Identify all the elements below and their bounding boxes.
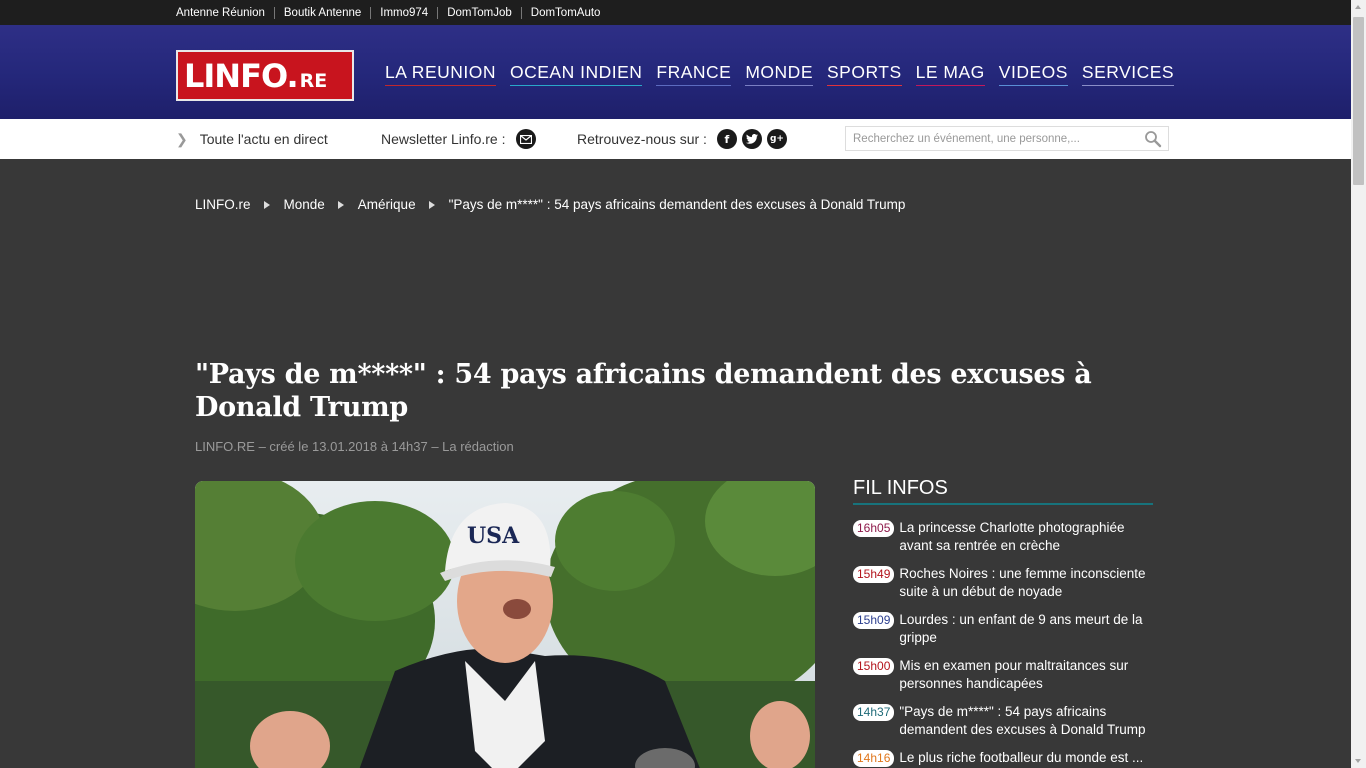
- search-icon[interactable]: [1144, 130, 1162, 148]
- news-link[interactable]: "Pays de m****" : 54 pays africains dema…: [899, 703, 1149, 739]
- nav-item-la-reunion[interactable]: LA REUNION: [385, 62, 496, 86]
- news-feed: FIL INFOS 16h05 La princesse Charlotte p…: [853, 477, 1153, 768]
- logo-text: LINFO.: [184, 56, 299, 95]
- news-link[interactable]: Mis en examen pour maltraitances sur per…: [899, 657, 1149, 693]
- news-link[interactable]: Roches Noires : une femme inconsciente s…: [899, 565, 1149, 601]
- site-header: LINFO. RE LA REUNION OCEAN INDIEN FRANCE…: [0, 25, 1351, 119]
- breadcrumb-item[interactable]: Amérique: [358, 197, 416, 212]
- top-bar: Antenne Réunion Boutik Antenne Immo974 D…: [0, 0, 1351, 25]
- news-time-badge: 15h49: [853, 566, 895, 583]
- nav-item-le-mag[interactable]: LE MAG: [915, 62, 985, 86]
- nav-item-monde[interactable]: MONDE: [745, 62, 813, 86]
- breadcrumb: LINFO.re Monde Amérique "Pays de m****" …: [195, 197, 905, 212]
- news-time-badge: 15h09: [853, 612, 895, 629]
- news-link[interactable]: La princesse Charlotte photographiée ava…: [899, 519, 1149, 555]
- follow-label: Retrouvez-nous sur :: [577, 131, 707, 147]
- partner-link[interactable]: DomTomAuto: [520, 6, 610, 19]
- triangle-right-icon: [337, 200, 344, 209]
- google-plus-icon[interactable]: g+: [766, 129, 787, 149]
- nav-item-ocean-indien[interactable]: OCEAN INDIEN: [510, 62, 643, 86]
- scrollbar-thumb[interactable]: [1353, 17, 1364, 185]
- partner-link[interactable]: DomTomJob: [437, 6, 521, 19]
- news-time-badge: 16h05: [853, 520, 895, 537]
- page-scrollbar[interactable]: [1351, 0, 1366, 768]
- news-feed-list: 16h05 La princesse Charlotte photographi…: [853, 519, 1153, 767]
- news-feed-item[interactable]: 14h37 "Pays de m****" : 54 pays africain…: [853, 703, 1153, 739]
- nav-item-sports[interactable]: SPORTS: [827, 62, 902, 86]
- nav-item-france[interactable]: FRANCE: [656, 62, 732, 86]
- news-time-badge: 14h16: [853, 750, 895, 767]
- chevron-right-icon: ❯: [176, 130, 188, 147]
- partner-link[interactable]: Antenne Réunion: [176, 7, 274, 19]
- main-navigation: LA REUNION OCEAN INDIEN FRANCE MONDE SPO…: [378, 62, 1181, 86]
- news-feed-item[interactable]: 16h05 La princesse Charlotte photographi…: [853, 519, 1153, 555]
- site-logo[interactable]: LINFO. RE: [176, 50, 354, 101]
- article-title: "Pays de m****" : 54 pays africains dema…: [195, 359, 1092, 423]
- newsletter-label: Newsletter Linfo.re :: [381, 131, 506, 147]
- article-photo: USA: [195, 481, 815, 768]
- breadcrumb-item[interactable]: Monde: [284, 197, 325, 212]
- svg-text:USA: USA: [467, 523, 520, 549]
- news-feed-title: FIL INFOS: [853, 477, 1153, 505]
- triangle-right-icon: [263, 200, 270, 209]
- news-feed-item[interactable]: 15h09 Lourdes : un enfant de 9 ans meurt…: [853, 611, 1153, 647]
- article-photo-image: USA: [195, 481, 815, 768]
- news-feed-item[interactable]: 15h49 Roches Noires : une femme inconsci…: [853, 565, 1153, 601]
- partner-link[interactable]: Boutik Antenne: [273, 6, 370, 19]
- news-link[interactable]: Le plus riche footballeur du monde est .…: [899, 749, 1149, 767]
- scroll-down-arrow-icon[interactable]: [1351, 753, 1366, 768]
- nav-item-videos[interactable]: VIDEOS: [998, 62, 1068, 86]
- partner-link[interactable]: Immo974: [370, 6, 437, 19]
- nav-item-services[interactable]: SERVICES: [1081, 62, 1175, 86]
- news-link[interactable]: Lourdes : un enfant de 9 ans meurt de la…: [899, 611, 1149, 647]
- search-input[interactable]: [846, 127, 1136, 150]
- newsletter-link[interactable]: Newsletter Linfo.re :: [381, 119, 536, 159]
- breadcrumb-item[interactable]: LINFO.re: [195, 197, 251, 212]
- envelope-icon[interactable]: [515, 129, 536, 149]
- logo-suffix: RE: [299, 69, 328, 92]
- live-news-link[interactable]: ❯ Toute l'actu en direct: [176, 119, 328, 159]
- live-news-label: Toute l'actu en direct: [199, 131, 328, 147]
- triangle-right-icon: [428, 200, 435, 209]
- utility-bar: ❯ Toute l'actu en direct Newsletter Linf…: [0, 119, 1351, 159]
- news-time-badge: 14h37: [853, 704, 895, 721]
- search-box: [845, 126, 1169, 151]
- scroll-up-arrow-icon[interactable]: [1351, 0, 1366, 15]
- partner-links: Antenne Réunion Boutik Antenne Immo974 D…: [176, 0, 609, 25]
- facebook-icon[interactable]: f: [716, 129, 737, 149]
- news-feed-item[interactable]: 15h00 Mis en examen pour maltraitances s…: [853, 657, 1153, 693]
- news-time-badge: 15h00: [853, 658, 895, 675]
- twitter-icon[interactable]: [741, 129, 762, 149]
- article-meta: LINFO.RE – créé le 13.01.2018 à 14h37 – …: [195, 439, 514, 454]
- social-links: Retrouvez-nous sur : f g+: [577, 119, 787, 159]
- breadcrumb-current: "Pays de m****" : 54 pays africains dema…: [448, 197, 906, 212]
- news-feed-item[interactable]: 14h16 Le plus riche footballeur du monde…: [853, 749, 1153, 767]
